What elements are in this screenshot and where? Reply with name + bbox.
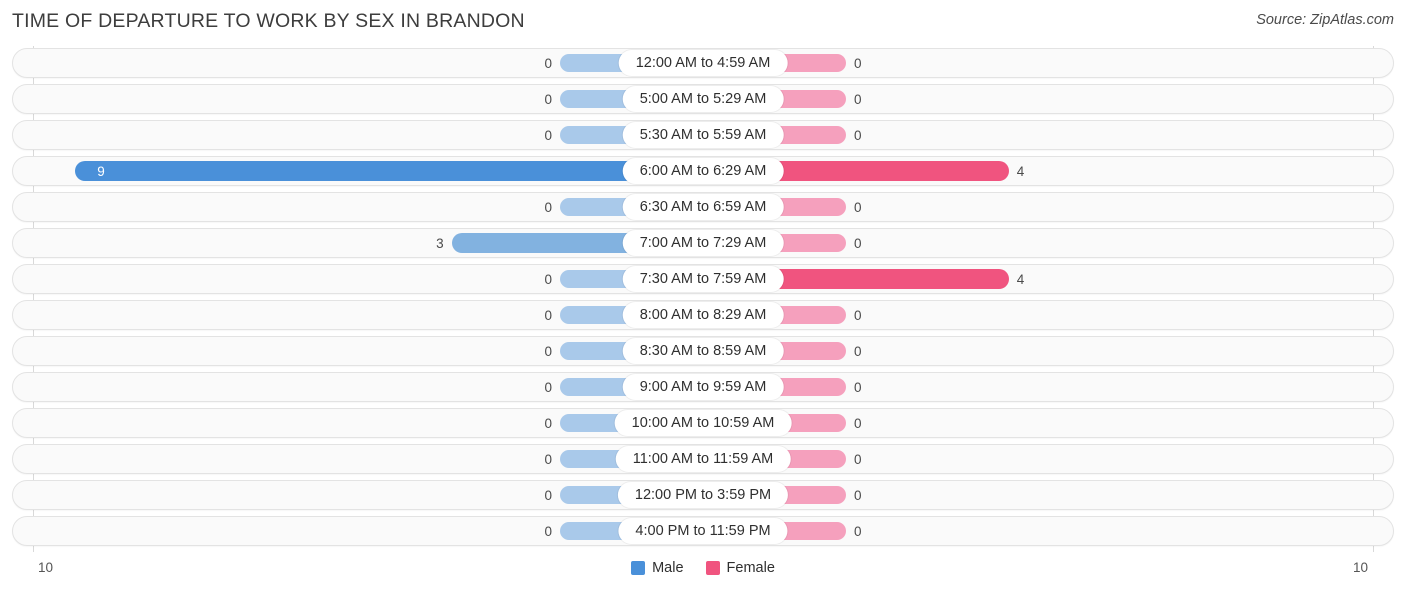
chart-row: 0 0 6:30 AM to 6:59 AM [0, 192, 1406, 222]
bar-value-male: 0 [544, 200, 552, 215]
bar-value-male: 0 [544, 128, 552, 143]
bar-value-female: 0 [854, 56, 862, 71]
bar-value-female: 0 [854, 416, 862, 431]
chart-plot-area: 0 0 12:00 AM to 4:59 AM 0 0 5:00 AM to 5:29 A… [0, 46, 1406, 552]
legend-item-male[interactable]: Male [631, 560, 684, 576]
chart-row: 0 0 8:00 AM to 8:29 AM [0, 300, 1406, 330]
bar-value-male: 0 [544, 452, 552, 467]
chart-row: 0 0 10:00 AM to 10:59 AM [0, 408, 1406, 438]
bar-value-female: 0 [854, 236, 862, 251]
category-label: 5:00 AM to 5:29 AM [622, 86, 784, 112]
category-label: 4:00 PM to 11:59 PM [618, 518, 788, 544]
chart-row: 0 0 8:30 AM to 8:59 AM [0, 336, 1406, 366]
chart-header: TIME OF DEPARTURE TO WORK BY SEX IN BRAN… [0, 0, 1406, 44]
chart-row: 3 0 7:00 AM to 7:29 AM [0, 228, 1406, 258]
chart-row: 0 0 9:00 AM to 9:59 AM [0, 372, 1406, 402]
bar-value-female: 4 [1016, 164, 1025, 179]
bar-value-female: 0 [854, 452, 862, 467]
chart-row: 0 0 4:00 PM to 11:59 PM [0, 516, 1406, 546]
chart-footer: 10 10 Male Female [0, 552, 1406, 595]
bar-female[interactable] [766, 161, 1009, 181]
source-attribution: Source: ZipAtlas.com [1256, 12, 1394, 28]
bar-value-male: 0 [544, 524, 552, 539]
chart-row: 0 0 12:00 AM to 4:59 AM [0, 48, 1406, 78]
chart-row: 0 4 7:30 AM to 7:59 AM [0, 264, 1406, 294]
bar-value-female: 0 [854, 488, 862, 503]
category-label: 11:00 AM to 11:59 AM [615, 446, 791, 472]
bar-value-female: 0 [854, 200, 862, 215]
bar-value-male: 0 [544, 488, 552, 503]
chart-row: 0 0 11:00 AM to 11:59 AM [0, 444, 1406, 474]
category-label: 9:00 AM to 9:59 AM [622, 374, 784, 400]
category-label: 7:30 AM to 7:59 AM [622, 266, 784, 292]
legend-item-female[interactable]: Female [705, 560, 775, 576]
bar-value-female: 0 [854, 92, 862, 107]
bar-value-male: 0 [544, 416, 552, 431]
chart-rows: 0 0 12:00 AM to 4:59 AM 0 0 5:00 AM to 5:29 A… [0, 48, 1406, 552]
bar-value-male: 0 [544, 344, 552, 359]
chart-legend: Male Female [0, 560, 1406, 576]
bar-value-male: 3 [436, 236, 444, 251]
category-label: 10:00 AM to 10:59 AM [614, 410, 792, 436]
bar-female[interactable] [766, 269, 1009, 289]
chart-row: 0 0 5:30 AM to 5:59 AM [0, 120, 1406, 150]
bar-value-female: 4 [1016, 272, 1025, 287]
bar-male[interactable] [451, 233, 640, 253]
category-label: 5:30 AM to 5:59 AM [622, 122, 784, 148]
bar-value-female: 0 [854, 344, 862, 359]
bar-value-male: 9 [97, 164, 105, 179]
category-label: 8:30 AM to 8:59 AM [622, 338, 784, 364]
legend-label-male: Male [652, 560, 684, 576]
category-label: 7:00 AM to 7:29 AM [622, 230, 784, 256]
page-title: TIME OF DEPARTURE TO WORK BY SEX IN BRAN… [12, 10, 525, 32]
bar-value-female: 0 [854, 524, 862, 539]
bar-value-male: 0 [544, 56, 552, 71]
chart-row: 0 0 5:00 AM to 5:29 AM [0, 84, 1406, 114]
chart-row: 9 4 6:00 AM to 6:29 AM [0, 156, 1406, 186]
legend-label-female: Female [726, 560, 775, 576]
bar-value-female: 0 [854, 308, 862, 323]
category-label: 6:30 AM to 6:59 AM [622, 194, 784, 220]
bar-value-male: 0 [544, 308, 552, 323]
bar-value-female: 0 [854, 128, 862, 143]
chart-row: 0 0 12:00 PM to 3:59 PM [0, 480, 1406, 510]
legend-swatch-male-icon [631, 561, 646, 575]
category-label: 6:00 AM to 6:29 AM [622, 158, 784, 184]
category-label: 12:00 AM to 4:59 AM [618, 50, 788, 76]
bar-value-male: 0 [544, 272, 552, 287]
bar-value-female: 0 [854, 380, 862, 395]
bar-value-male: 0 [544, 92, 552, 107]
category-label: 8:00 AM to 8:29 AM [622, 302, 784, 328]
legend-swatch-female-icon [705, 561, 720, 575]
bar-value-male: 0 [544, 380, 552, 395]
bar-male[interactable] [74, 161, 640, 181]
category-label: 12:00 PM to 3:59 PM [617, 482, 789, 508]
